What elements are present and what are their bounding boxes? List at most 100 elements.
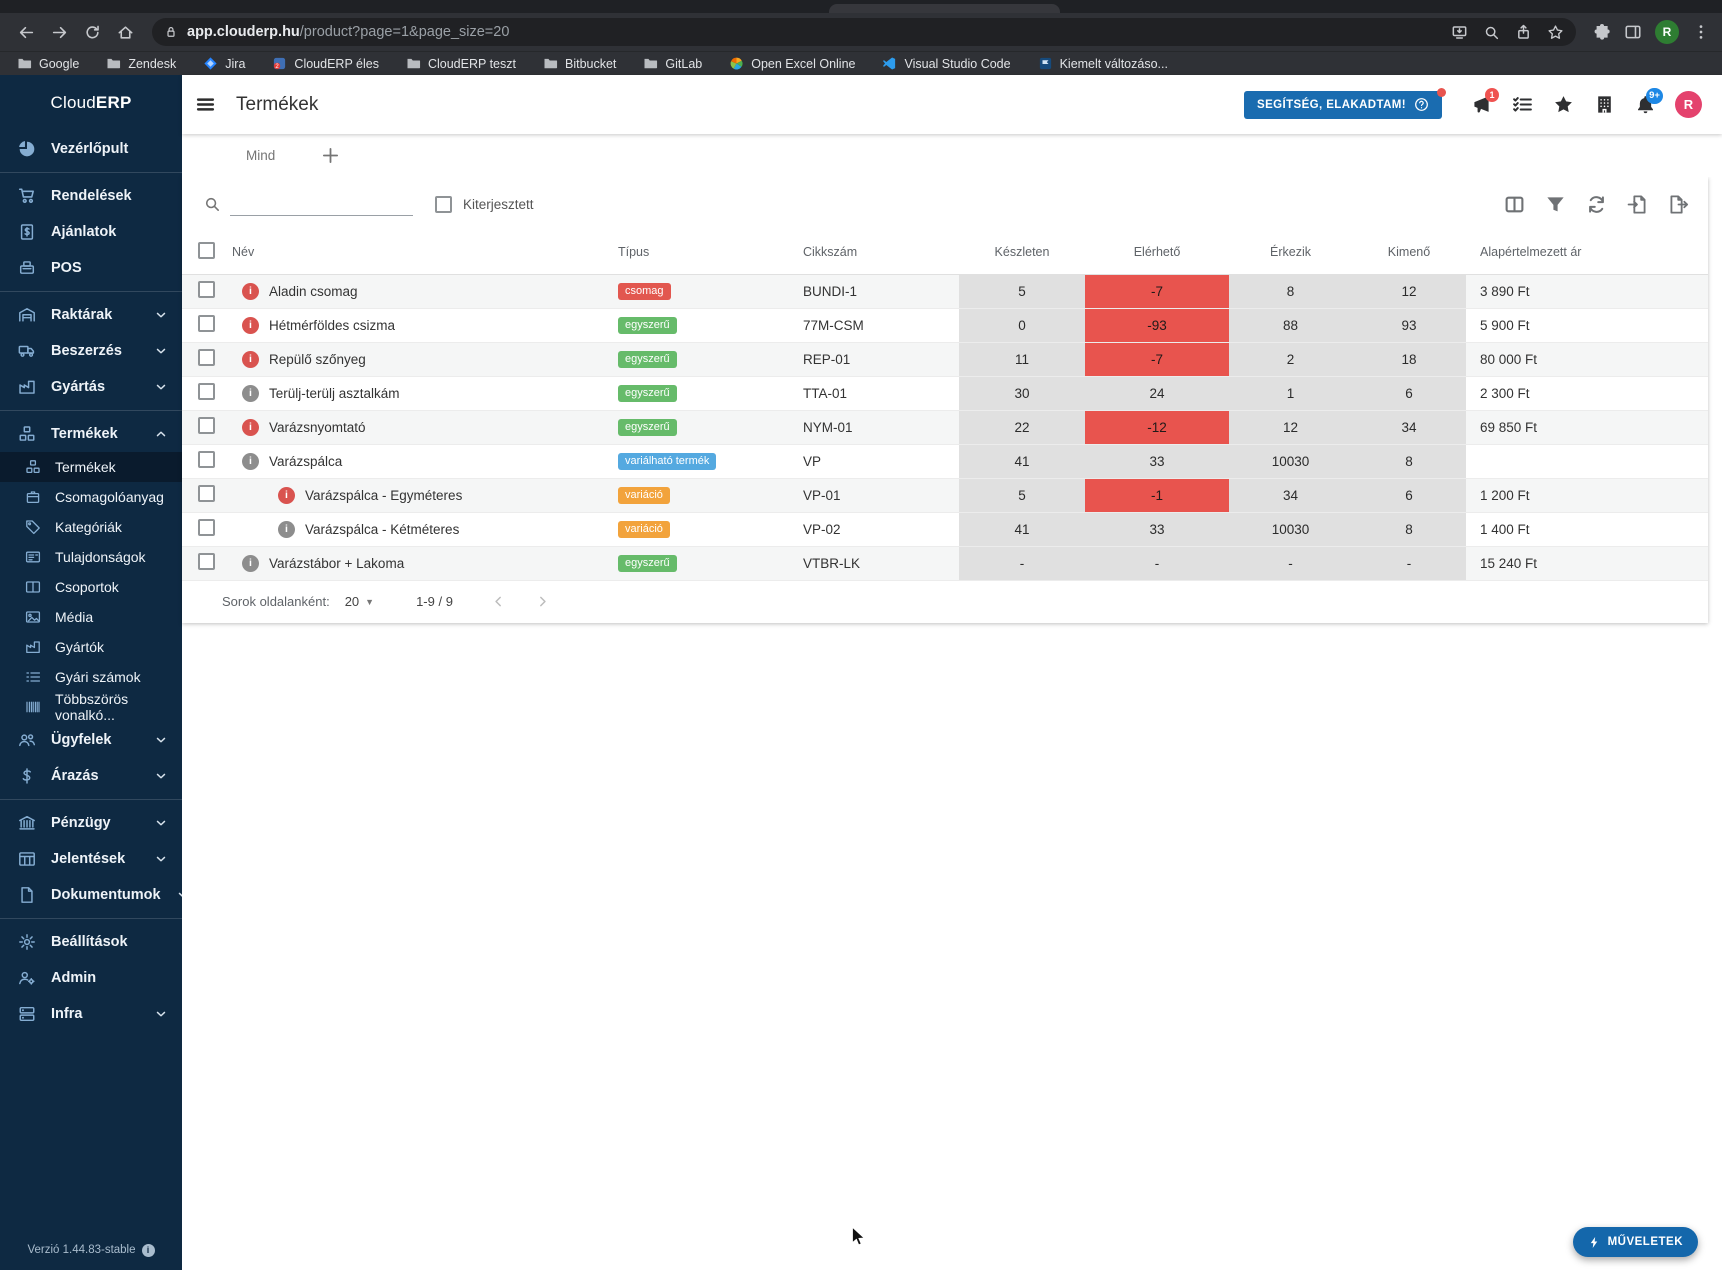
app-logo[interactable]: CloudERP — [0, 75, 182, 131]
sidebar-item-rendelesek[interactable]: Rendelések — [0, 178, 182, 214]
notifications-bell-icon[interactable]: 9+ — [1631, 91, 1659, 119]
sidebar-item-tulajdonsagok[interactable]: Tulajdonságok — [0, 542, 182, 572]
sidebar-item-infra[interactable]: Infra — [0, 996, 182, 1032]
sidebar-item-termekek[interactable]: Termékek — [0, 416, 182, 452]
extended-checkbox[interactable]: Kiterjesztett — [435, 196, 534, 213]
sidebar-item-csomagoloanyag[interactable]: Csomagolóanyag — [0, 482, 182, 512]
product-name[interactable]: Terülj-terülj asztalkám — [269, 386, 400, 401]
info-icon[interactable]: i — [242, 283, 259, 300]
table-row-varazstabor-lakoma[interactable]: iVarázstábor + LakomaegyszerűVTBR-LK----… — [182, 546, 1708, 580]
browser-profile-avatar[interactable]: R — [1655, 20, 1679, 44]
browser-tab-strip[interactable] — [0, 0, 1722, 13]
select-all-checkbox[interactable] — [198, 242, 215, 259]
favorites-star-icon[interactable] — [1549, 91, 1577, 119]
rows-per-page-select[interactable]: 20▼ — [345, 594, 374, 609]
sidebar-item-vezerlopult[interactable]: Vezérlőpult — [0, 131, 182, 167]
sidebar-item-ugyfelek[interactable]: Ügyfelek — [0, 722, 182, 758]
column-header-incoming[interactable]: Érkezik — [1229, 231, 1352, 274]
sidebar-item-media[interactable]: Média — [0, 602, 182, 632]
bookmark-kiemelt-valtozaso[interactable]: Kiemelt változáso... — [1038, 56, 1168, 71]
tab-mind[interactable]: Mind — [246, 148, 275, 163]
info-icon[interactable]: i — [242, 317, 259, 334]
next-page-button[interactable] — [535, 589, 561, 615]
export-icon[interactable] — [1668, 193, 1690, 215]
sidebar-item-gyari-szamok[interactable]: Gyári számok — [0, 662, 182, 692]
tasks-icon[interactable] — [1508, 91, 1536, 119]
column-header-type[interactable]: Típus — [604, 231, 793, 274]
info-icon[interactable]: i — [242, 419, 259, 436]
sidebar-item-gyartas[interactable]: Gyártás — [0, 369, 182, 405]
row-checkbox[interactable] — [198, 383, 215, 400]
row-checkbox[interactable] — [198, 315, 215, 332]
info-icon[interactable]: i — [278, 521, 295, 538]
bookmark-star-icon[interactable] — [1547, 24, 1564, 41]
browser-active-tab[interactable] — [829, 4, 1060, 13]
checkbox-box[interactable] — [435, 196, 452, 213]
share-icon[interactable] — [1515, 24, 1532, 41]
row-checkbox[interactable] — [198, 519, 215, 536]
column-header-name[interactable]: Név — [232, 231, 604, 274]
address-bar[interactable]: app.clouderp.hu/product?page=1&page_size… — [152, 18, 1576, 46]
product-name[interactable]: Varázspálca - Egyméteres — [305, 488, 462, 503]
bookmark-gitlab[interactable]: GitLab — [643, 56, 702, 71]
sidebar-item-kategoriak[interactable]: Kategóriák — [0, 512, 182, 542]
row-checkbox[interactable] — [198, 553, 215, 570]
forward-button[interactable] — [45, 18, 73, 46]
info-icon[interactable]: i — [242, 351, 259, 368]
table-row-varazsnyomtato[interactable]: iVarázsnyomtatóegyszerűNYM-0122-12123469… — [182, 410, 1708, 444]
table-row-aladin-csomag[interactable]: iAladin csomagcsomagBUNDI-15-78123 890 F… — [182, 274, 1708, 308]
sidebar-item-ajanlatok[interactable]: Ajánlatok — [0, 214, 182, 250]
refresh-icon[interactable] — [1586, 193, 1608, 215]
announcement-icon[interactable]: 1 — [1467, 91, 1495, 119]
company-apps-icon[interactable] — [1590, 91, 1618, 119]
table-row-varazspalca[interactable]: iVarázspálcavariálható termékVP413310030… — [182, 444, 1708, 478]
product-name[interactable]: Varázsnyomtató — [269, 420, 366, 435]
row-checkbox[interactable] — [198, 281, 215, 298]
bookmark-google[interactable]: Google — [17, 56, 79, 71]
bookmark-clouderp-teszt[interactable]: CloudERP teszt — [406, 56, 516, 71]
sidebar-item-raktarak[interactable]: Raktárak — [0, 297, 182, 333]
product-name[interactable]: Varázspálca - Kétméteres — [305, 522, 459, 537]
bookmark-visual-studio-code[interactable]: Visual Studio Code — [882, 56, 1010, 71]
sidebar-item-beallitasok[interactable]: Beállítások — [0, 924, 182, 960]
sidebar-item-dokumentumok[interactable]: Dokumentumok — [0, 877, 182, 913]
product-name[interactable]: Repülő szőnyeg — [269, 352, 366, 367]
column-header-sku[interactable]: Cikkszám — [793, 231, 959, 274]
product-name[interactable]: Varázstábor + Lakoma — [269, 556, 404, 571]
back-button[interactable] — [12, 18, 40, 46]
sidebar-item-gyartok[interactable]: Gyártók — [0, 632, 182, 662]
import-icon[interactable] — [1627, 193, 1649, 215]
row-checkbox[interactable] — [198, 485, 215, 502]
column-header-outgoing[interactable]: Kimenő — [1352, 231, 1466, 274]
info-icon[interactable]: i — [142, 1244, 155, 1257]
table-row-varazspalca-ketmeteres[interactable]: iVarázspálca - KétméteresvariációVP-0241… — [182, 512, 1708, 546]
column-header-stock[interactable]: Készleten — [959, 231, 1085, 274]
install-app-icon[interactable] — [1451, 24, 1468, 41]
sidebar-item-admin[interactable]: Admin — [0, 960, 182, 996]
table-row-terulj-terulj-asztalkam[interactable]: iTerülj-terülj asztalkámegyszerűTTA-0130… — [182, 376, 1708, 410]
sidebar-item-csoportok[interactable]: Csoportok — [0, 572, 182, 602]
bookmark-clouderp-eles[interactable]: CloudERP éles — [272, 56, 379, 71]
product-name[interactable]: Aladin csomag — [269, 284, 358, 299]
table-row-varazspalca-egymeteres[interactable]: iVarázspálca - EgyméteresvariációVP-015-… — [182, 478, 1708, 512]
info-icon[interactable]: i — [242, 453, 259, 470]
product-name[interactable]: Hétmérföldes csizma — [269, 318, 395, 333]
bookmark-open-excel-online[interactable]: Open Excel Online — [729, 56, 855, 71]
row-checkbox[interactable] — [198, 451, 215, 468]
side-panel-icon[interactable] — [1624, 23, 1642, 41]
sidebar-item-tobbszoros-vonalko[interactable]: Többszörös vonalkó... — [0, 692, 182, 722]
help-button[interactable]: SEGÍTSÉG, ELAKADTAM! — [1244, 91, 1442, 119]
search-input[interactable] — [230, 192, 413, 216]
sidebar-item-pos[interactable]: POS — [0, 250, 182, 286]
row-checkbox[interactable] — [198, 417, 215, 434]
sidebar-item-jelentesek[interactable]: Jelentések — [0, 841, 182, 877]
user-avatar[interactable]: R — [1675, 91, 1702, 118]
bookmark-zendesk[interactable]: Zendesk — [106, 56, 176, 71]
table-row-hetmerfoldes-csizma[interactable]: iHétmérföldes csizmaegyszerű77M-CSM0-938… — [182, 308, 1708, 342]
prev-page-button[interactable] — [491, 589, 517, 615]
info-icon[interactable]: i — [278, 487, 295, 504]
row-checkbox[interactable] — [198, 349, 215, 366]
info-icon[interactable]: i — [242, 555, 259, 572]
menu-toggle-button[interactable] — [195, 92, 221, 118]
bookmark-bitbucket[interactable]: Bitbucket — [543, 56, 616, 71]
